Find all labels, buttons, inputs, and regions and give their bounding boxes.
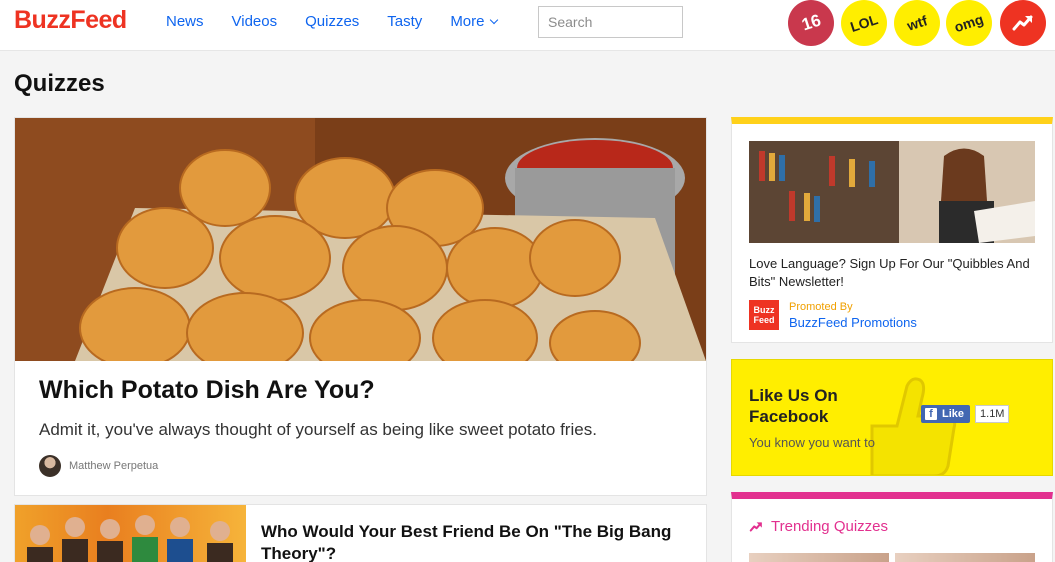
trending-heading[interactable]: Trending Quizzes bbox=[749, 518, 888, 535]
promo-image[interactable] bbox=[749, 141, 1035, 243]
trending-quizzes-box: Trending Quizzes bbox=[731, 492, 1053, 562]
feature-description: Admit it, you've always thought of yours… bbox=[39, 420, 597, 439]
facebook-like-widget: f Like 1.1M bbox=[921, 405, 1010, 423]
buzzfeed-mini-logo: Buzz Feed bbox=[749, 300, 779, 330]
top-header: BuzzFeed News Videos Quizzes Tasty More … bbox=[0, 0, 1055, 51]
trending-thumbnails bbox=[749, 553, 1035, 562]
facebook-subtitle: You know you want to bbox=[749, 435, 875, 450]
badge-16-label: 16 bbox=[798, 10, 823, 35]
chevron-down-icon bbox=[489, 15, 498, 24]
search-input[interactable] bbox=[538, 6, 683, 38]
nav-more-label: More bbox=[450, 13, 485, 30]
badge-16[interactable]: 16 bbox=[788, 0, 834, 46]
badge-lol-label: LOL bbox=[848, 11, 880, 35]
quiz-card-big-bang[interactable]: Who Would Your Best Friend Be On "The Bi… bbox=[14, 504, 707, 562]
promoted-name[interactable]: BuzzFeed Promotions bbox=[789, 315, 917, 330]
big-bang-image[interactable] bbox=[15, 505, 246, 562]
author-name: Matthew Perpetua bbox=[69, 460, 159, 472]
feature-card[interactable]: Which Potato Dish Are You? Admit it, you… bbox=[14, 117, 707, 496]
badge-wtf-label: wtf bbox=[904, 12, 930, 34]
promoted-by[interactable]: Buzz Feed Promoted By BuzzFeed Promotion… bbox=[749, 300, 917, 330]
library-reader-illustration bbox=[749, 141, 1035, 243]
badge-wtf[interactable]: wtf bbox=[894, 0, 940, 46]
buzzfeed-logo[interactable]: BuzzFeed bbox=[14, 6, 127, 35]
avatar bbox=[39, 455, 61, 477]
main-nav: News Videos Quizzes Tasty More bbox=[166, 13, 525, 30]
nav-tasty[interactable]: Tasty bbox=[387, 13, 422, 30]
promo-card[interactable]: Love Language? Sign Up For Our "Quibbles… bbox=[731, 117, 1053, 343]
badge-trending[interactable] bbox=[1000, 0, 1046, 46]
nav-news[interactable]: News bbox=[166, 13, 204, 30]
facebook-like-button[interactable]: f Like bbox=[921, 405, 971, 423]
trending-thumb-1[interactable] bbox=[749, 553, 889, 562]
page-title: Quizzes bbox=[14, 70, 105, 97]
trending-heading-label: Trending Quizzes bbox=[771, 518, 888, 535]
nav-quizzes[interactable]: Quizzes bbox=[305, 13, 359, 30]
badge-omg-label: omg bbox=[952, 10, 986, 36]
mini-logo-bottom: Feed bbox=[753, 315, 775, 325]
trending-thumb-2[interactable] bbox=[895, 553, 1035, 562]
trending-arrow-icon bbox=[1012, 15, 1033, 31]
facebook-like-box: Like Us On Facebook You know you want to… bbox=[731, 359, 1053, 476]
mini-logo-top: Buzz bbox=[753, 305, 775, 315]
badge-omg[interactable]: omg bbox=[946, 0, 992, 46]
feature-image[interactable] bbox=[15, 118, 706, 361]
tater-tots-illustration bbox=[15, 118, 706, 361]
author-byline[interactable]: Matthew Perpetua bbox=[39, 455, 158, 477]
promo-title[interactable]: Love Language? Sign Up For Our "Quibbles… bbox=[749, 255, 1039, 291]
badge-lol[interactable]: LOL bbox=[841, 0, 887, 46]
cast-illustration bbox=[27, 515, 233, 562]
like-count: 1.1M bbox=[975, 405, 1010, 423]
like-label: Like bbox=[942, 408, 965, 420]
card2-title[interactable]: Who Would Your Best Friend Be On "The Bi… bbox=[261, 521, 691, 562]
facebook-title: Like Us On Facebook bbox=[749, 386, 838, 426]
nav-more[interactable]: More bbox=[450, 13, 498, 30]
facebook-f-icon: f bbox=[925, 408, 937, 420]
promoted-label: Promoted By bbox=[789, 300, 853, 313]
trending-arrow-icon bbox=[749, 521, 762, 532]
feature-title[interactable]: Which Potato Dish Are You? bbox=[39, 376, 375, 405]
nav-videos[interactable]: Videos bbox=[232, 13, 278, 30]
